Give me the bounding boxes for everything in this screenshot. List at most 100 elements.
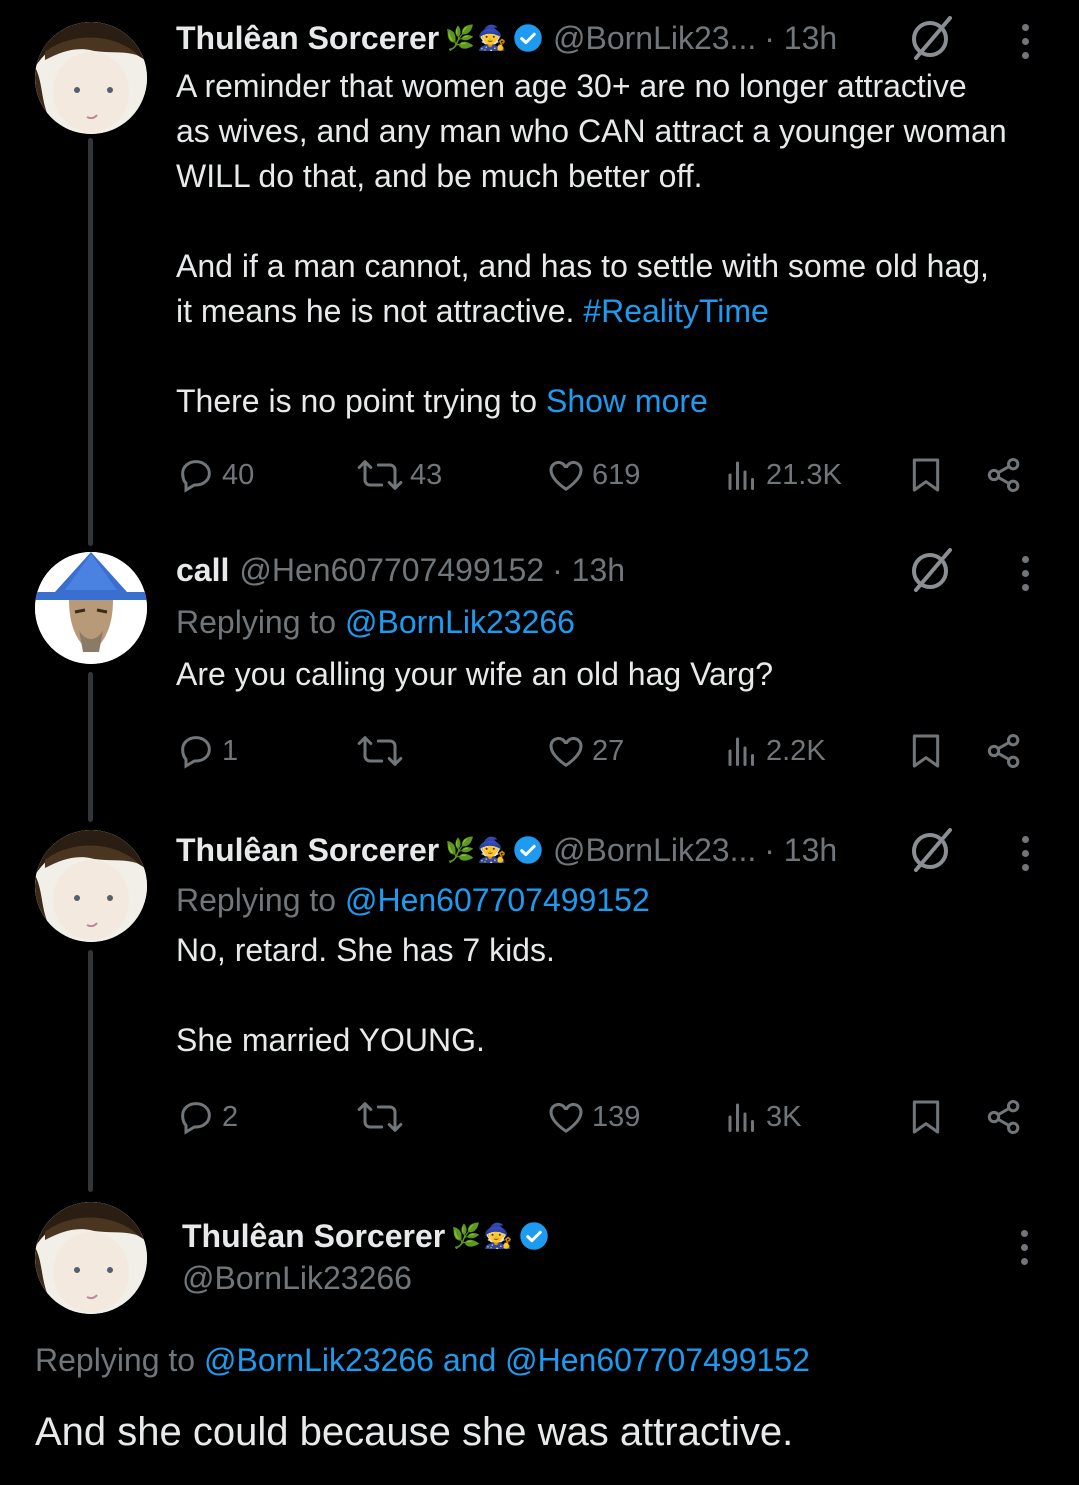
timestamp[interactable]: · 13h (764, 20, 837, 57)
timestamp[interactable]: · 13h (764, 832, 837, 869)
share-button[interactable] (984, 450, 1024, 500)
reply-icon (181, 1102, 211, 1135)
badges: 🌿 🧙 (445, 835, 543, 865)
badges: 🌿 🧙 (451, 1221, 549, 1251)
tweet-text: Are you calling your wife an old hag Var… (176, 656, 774, 692)
wizard-emoji: 🧙 (483, 1222, 513, 1250)
tweet-text: There is no point trying to (176, 383, 546, 419)
reply-button[interactable]: 2 (176, 1092, 238, 1142)
avatar[interactable] (35, 22, 147, 134)
bookmark-icon (912, 458, 940, 492)
wizard-emoji: 🧙 (477, 836, 507, 864)
avatar[interactable] (35, 552, 147, 664)
bookmark-button[interactable] (906, 726, 946, 776)
replying-to: Replying to @BornLik23266 (176, 596, 1049, 648)
views-button[interactable]: 21.3K (724, 450, 842, 500)
leaf-emoji: 🌿 (445, 24, 476, 52)
like-icon (549, 1102, 583, 1133)
like-icon (549, 736, 583, 767)
leaf-emoji: 🌿 (445, 836, 476, 864)
replying-prefix: Replying to (176, 604, 345, 640)
tweet-text: it means he is not attractive. (176, 293, 584, 329)
tweet[interactable]: Thulêan Sorcerer 🌿 🧙 @BornLik23... · 13h… (176, 828, 1049, 1063)
badges: 🌿 🧙 (445, 23, 543, 53)
views-icon (728, 1103, 754, 1132)
tweet[interactable]: call @Hen607707499152 · 13h Replying to … (176, 548, 1049, 697)
tweet-text-line: She married YOUNG. (176, 1022, 485, 1058)
hashtag-link[interactable]: #RealityTime (583, 293, 769, 329)
repost-button[interactable] (356, 726, 410, 776)
tweet-actions: 40 43 619 21.3K (176, 450, 1036, 500)
more-icon[interactable] (1018, 24, 1032, 59)
like-count: 139 (592, 1100, 641, 1133)
verified-icon (520, 1222, 548, 1250)
show-more-link[interactable]: Show more (546, 383, 708, 419)
views-icon (728, 737, 754, 766)
display-name[interactable]: Thulêan Sorcerer (182, 1218, 445, 1255)
like-button[interactable]: 619 (546, 450, 640, 500)
share-icon (987, 1100, 1020, 1134)
reply-count: 40 (222, 458, 255, 491)
grok-icon[interactable] (906, 824, 956, 874)
bookmark-icon (912, 1100, 940, 1134)
grok-icon[interactable] (906, 12, 956, 62)
avatar[interactable] (35, 1202, 147, 1314)
tweet-text-line: as wives, and any man who CAN attract a … (176, 113, 1007, 149)
focused-tweet-header: Thulêan Sorcerer 🌿 🧙 @BornLik23266 (182, 1214, 549, 1298)
display-name[interactable]: call (176, 552, 229, 589)
more-icon[interactable] (1018, 836, 1032, 871)
more-icon[interactable] (1017, 1230, 1031, 1265)
mention-link[interactable]: @Hen607707499152 (345, 882, 650, 918)
repost-button[interactable] (356, 1092, 410, 1142)
mention-link[interactable]: @BornLik23266 and @Hen607707499152 (204, 1342, 810, 1378)
tweet-text-line: And if a man cannot, and has to settle w… (176, 248, 989, 284)
display-name[interactable]: Thulêan Sorcerer (176, 20, 439, 57)
thread-line (88, 672, 93, 822)
avatar[interactable] (35, 830, 147, 942)
views-button[interactable]: 2.2K (724, 726, 826, 776)
like-button[interactable]: 27 (546, 726, 624, 776)
bookmark-button[interactable] (906, 450, 946, 500)
grok-icon[interactable] (906, 544, 956, 594)
handle[interactable]: @BornLik23... (553, 20, 756, 57)
like-icon (549, 460, 583, 491)
handle[interactable]: @BornLik23... (553, 832, 756, 869)
tweet-text-line: There is no point trying to Show more (176, 379, 1049, 424)
display-name[interactable]: Thulêan Sorcerer (176, 832, 439, 869)
reply-icon (181, 460, 211, 493)
share-button[interactable] (984, 726, 1024, 776)
tweet-actions: 1 27 2.2K (176, 726, 1036, 776)
share-icon (987, 734, 1020, 768)
handle[interactable]: @Hen607707499152 (239, 552, 544, 589)
replying-to: Replying to @Hen607707499152 (176, 874, 1049, 926)
replying-prefix: Replying to (176, 882, 345, 918)
views-button[interactable]: 3K (724, 1092, 801, 1142)
reply-button[interactable]: 40 (176, 450, 254, 500)
reply-button[interactable]: 1 (176, 726, 238, 776)
tweet-text-line: it means he is not attractive. #RealityT… (176, 289, 1049, 334)
leaf-emoji: 🌿 (451, 1222, 482, 1250)
share-button[interactable] (984, 1092, 1024, 1142)
views-count: 21.3K (766, 458, 842, 491)
repost-icon (357, 1102, 403, 1132)
reply-count: 1 (222, 734, 239, 767)
mention-link[interactable]: @BornLik23266 (345, 604, 575, 640)
thread-line (88, 950, 93, 1192)
reply-icon (181, 736, 211, 769)
share-icon (987, 458, 1020, 492)
like-count: 27 (592, 734, 625, 767)
tweet[interactable]: Thulêan Sorcerer 🌿 🧙 @BornLik23... · 13h… (176, 16, 1049, 424)
views-count: 3K (766, 1100, 802, 1133)
thread-line (88, 138, 93, 546)
more-icon[interactable] (1018, 556, 1032, 591)
repost-button[interactable]: 43 (356, 450, 442, 500)
repost-count: 43 (410, 458, 443, 491)
tweet-actions: 2 139 3K (176, 1092, 1036, 1142)
timestamp[interactable]: · 13h (552, 552, 625, 589)
repost-icon (357, 460, 403, 490)
bookmark-button[interactable] (906, 1092, 946, 1142)
like-button[interactable]: 139 (546, 1092, 640, 1142)
tweet-text-line: No, retard. She has 7 kids. (176, 932, 555, 968)
focused-tweet-text: And she could because she was attractive… (35, 1410, 794, 1454)
handle[interactable]: @BornLik23266 (182, 1258, 549, 1298)
